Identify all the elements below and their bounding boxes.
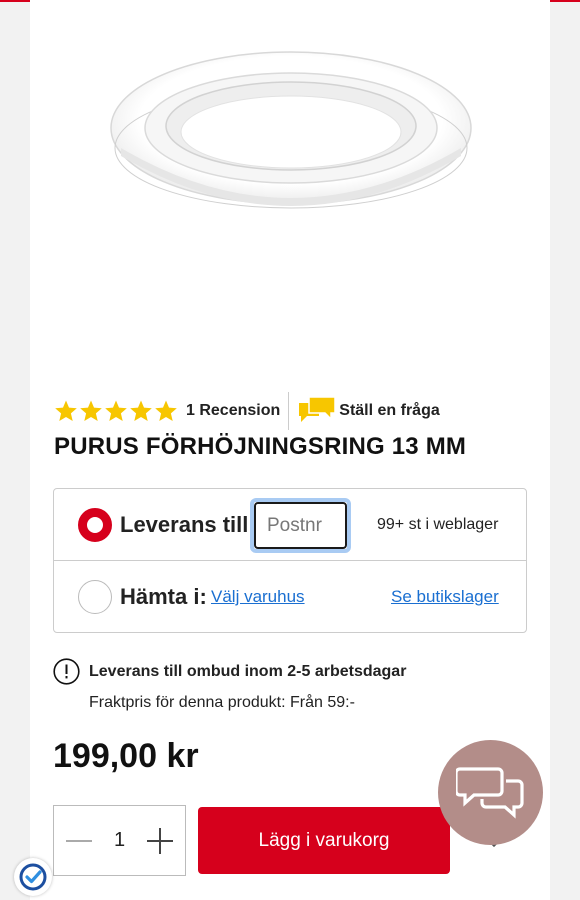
product-price: 199,00 kr	[53, 737, 199, 775]
postcode-input[interactable]	[254, 502, 347, 549]
speech-bubble-icon	[299, 396, 337, 422]
decrease-quantity-button[interactable]	[66, 839, 92, 842]
delivery-label: Leverans till:	[120, 511, 256, 537]
trust-badge[interactable]	[14, 858, 52, 896]
delivery-info: Leverans till ombud inom 2-5 arbetsdagar	[53, 658, 406, 685]
delivery-option-pickup[interactable]: Hämta i: Välj varuhus Se butikslager	[54, 561, 526, 633]
rating-row: 1 Recension Ställ en fråga	[54, 392, 440, 430]
quantity-value[interactable]: 1	[114, 829, 125, 852]
delivery-radio[interactable]	[78, 507, 112, 542]
star-icon	[80, 400, 102, 421]
choose-store-link[interactable]: Välj varuhus	[211, 587, 305, 607]
exclamation-circle-icon	[53, 658, 80, 685]
star-icon	[130, 400, 152, 421]
product-title: PURUS FÖRHÖJNINGSRING 13 MM	[54, 433, 467, 460]
chat-bubbles-icon	[455, 766, 524, 819]
divider	[288, 392, 290, 430]
checkmark-shield-icon	[19, 863, 47, 891]
web-stock-status: 99+ st i weblager	[377, 515, 499, 533]
star-rating	[54, 399, 178, 423]
shipping-price-text: Fraktpris för denna produkt: Från 59:-	[89, 694, 355, 711]
star-icon	[155, 400, 177, 421]
star-icon	[105, 400, 127, 421]
delivery-options: Leverans till: 99+ st i weblager Hämta i…	[53, 488, 527, 633]
ask-question-button[interactable]: Ställ en fråga	[297, 395, 440, 427]
postcode-focus-ring	[250, 498, 351, 553]
delivery-time-text: Leverans till ombud inom 2-5 arbetsdagar	[89, 662, 407, 680]
delivery-option-home[interactable]: Leverans till: 99+ st i weblager	[54, 489, 526, 561]
ask-question-label: Ställ en fråga	[339, 402, 440, 419]
pickup-label: Hämta i:	[120, 584, 207, 609]
pickup-radio[interactable]	[78, 580, 112, 614]
product-image	[110, 51, 472, 209]
quantity-stepper: 1	[53, 805, 186, 876]
increase-quantity-button[interactable]	[147, 827, 173, 854]
chat-button[interactable]	[438, 740, 543, 845]
add-to-cart-button[interactable]: Lägg i varukorg	[198, 807, 450, 874]
star-icon	[55, 400, 77, 421]
review-count-link[interactable]: 1 Recension	[186, 402, 280, 420]
see-store-stock-link[interactable]: Se butikslager	[391, 587, 499, 607]
